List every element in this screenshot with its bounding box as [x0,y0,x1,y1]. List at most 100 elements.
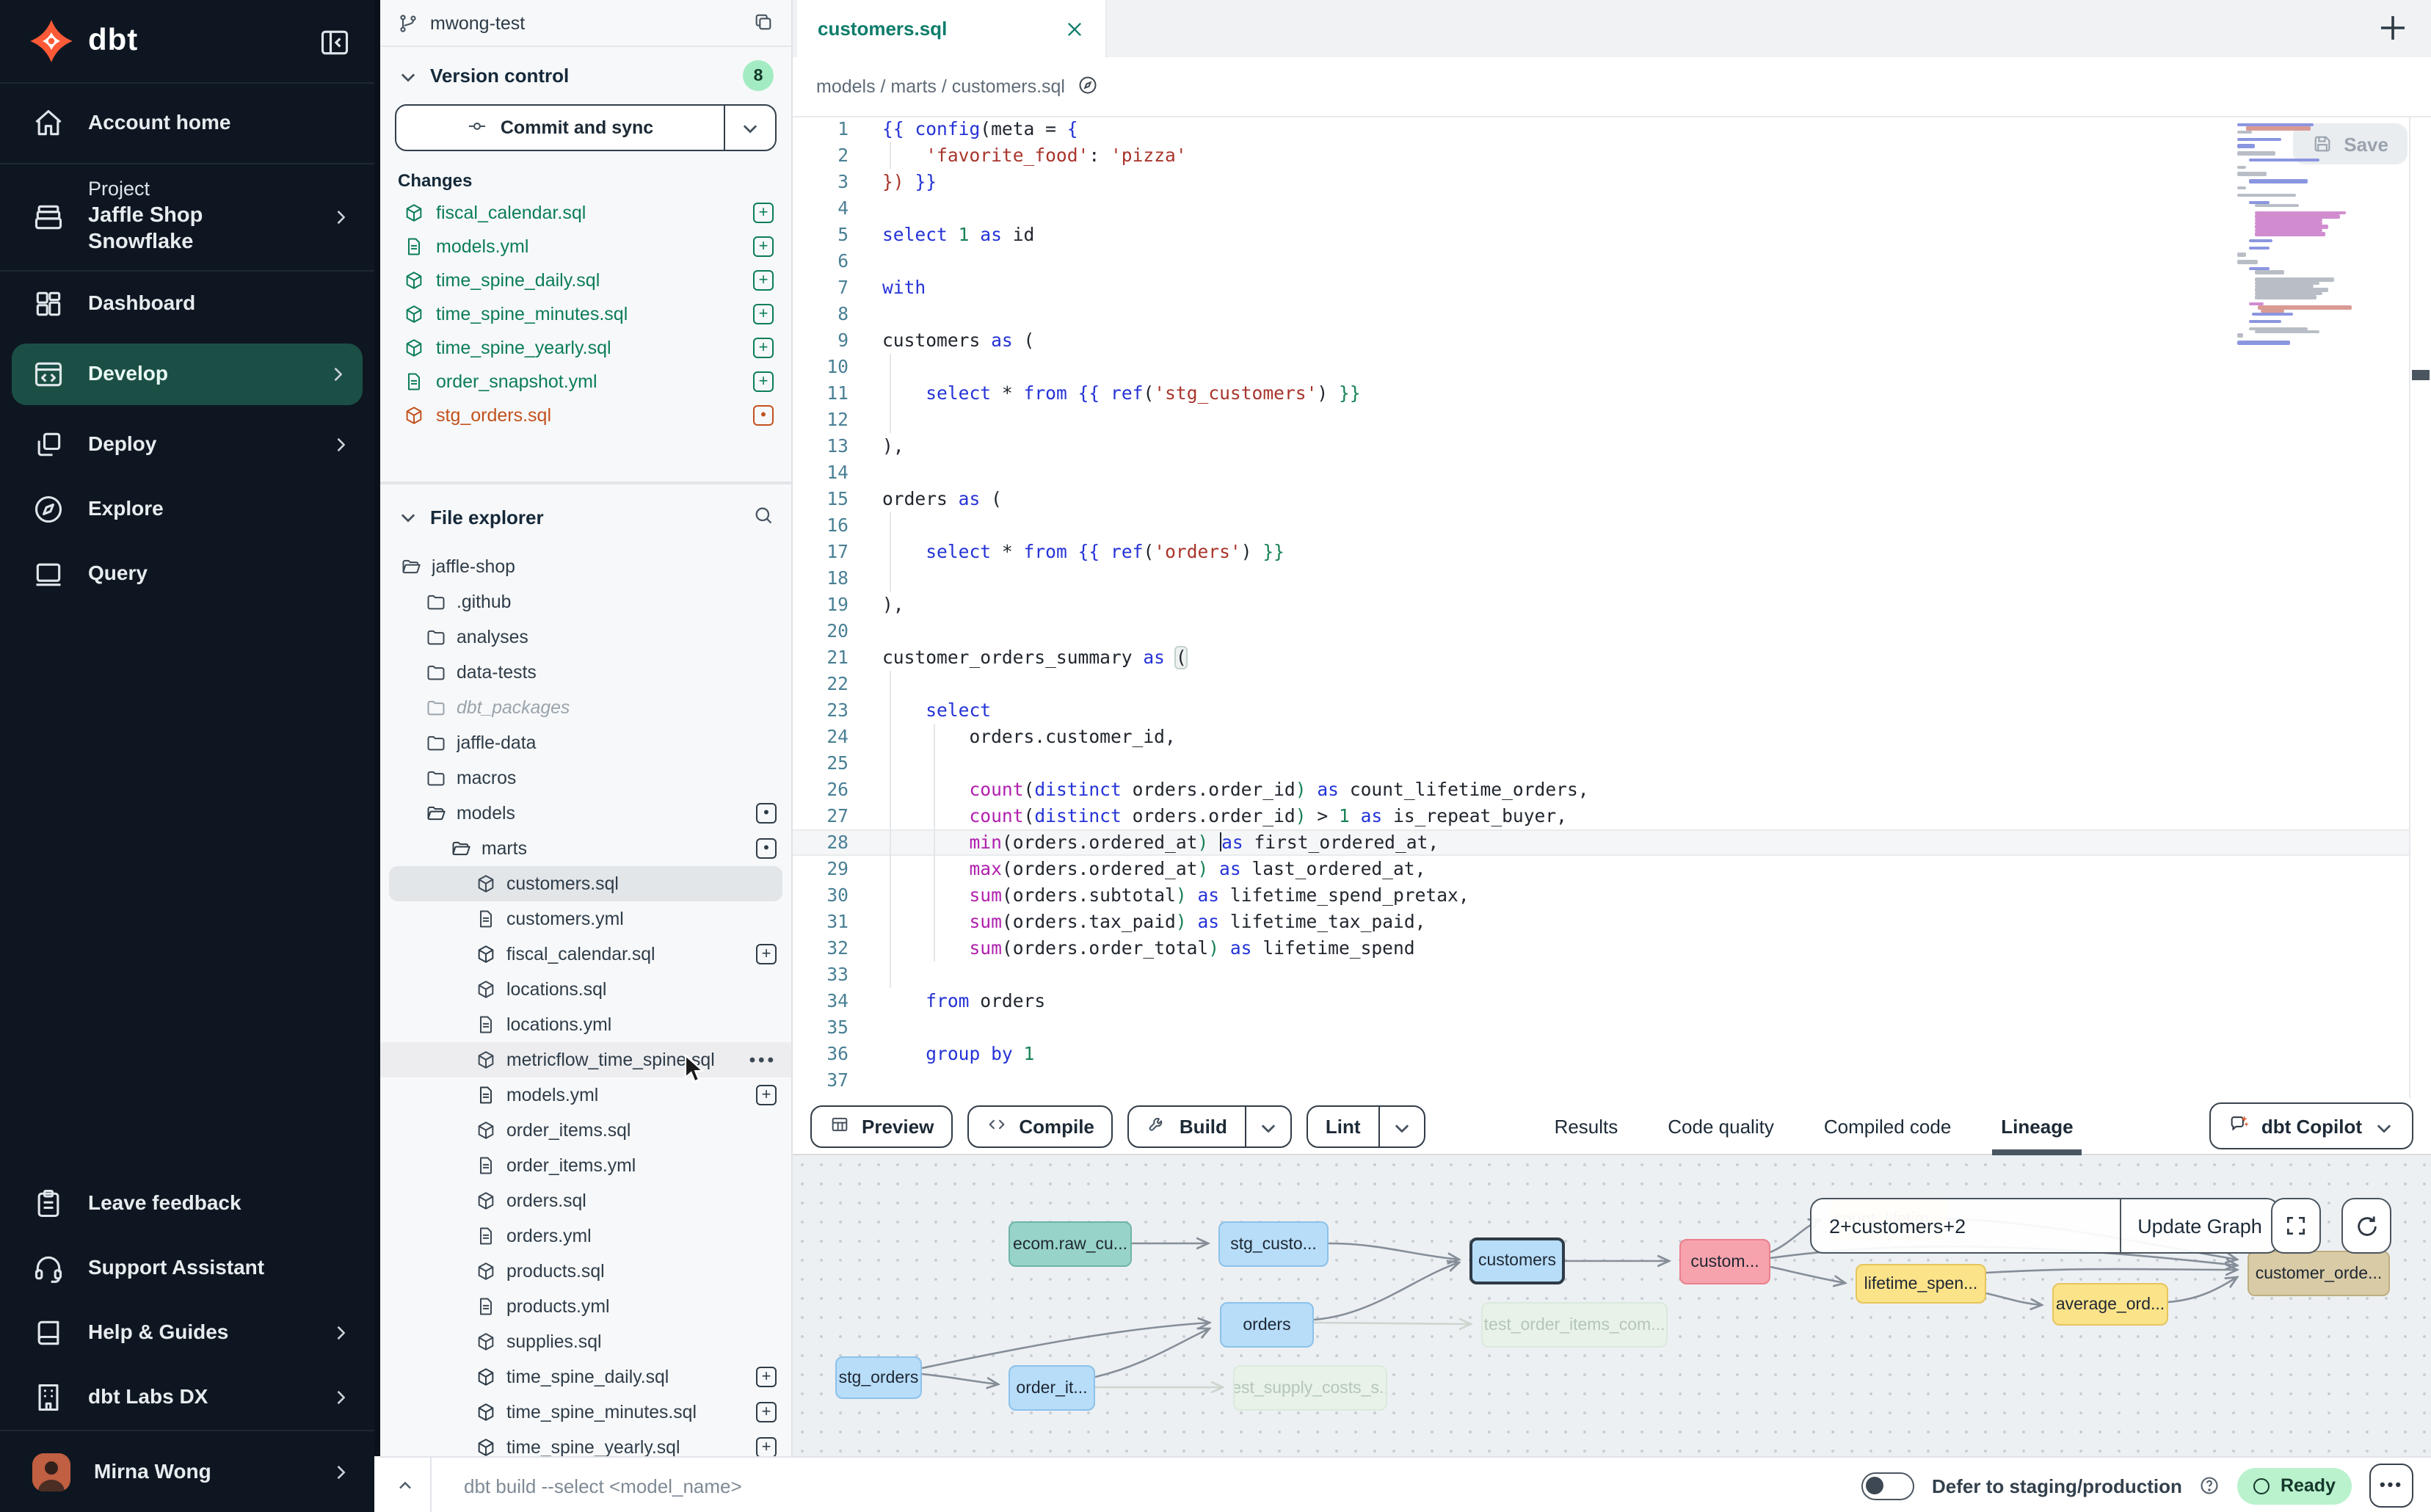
sidebar-item-develop[interactable]: Develop [12,344,363,405]
file-tree-item[interactable]: fiscal_calendar.sql+ [380,937,791,972]
stage-plus-icon[interactable]: + [753,337,774,357]
sidebar-item-help-guides[interactable]: Help & Guides [0,1301,374,1365]
file-tree-item[interactable]: marts• [380,831,791,866]
file-tree-item[interactable]: products.yml [380,1289,791,1324]
file-tree-item[interactable]: orders.yml [380,1218,791,1254]
sidebar-item-leave-feedback[interactable]: Leave feedback [0,1171,374,1236]
lineage-node-ecom-raw-cu[interactable]: ecom.raw_cu... [1009,1221,1132,1267]
lineage-search-input[interactable]: 2+customers+2 [1812,1199,2120,1252]
change-row[interactable]: models.yml+ [380,229,791,263]
tab-results[interactable]: Results [1555,1097,1618,1155]
command-input[interactable]: dbt build --select <model_name> [432,1475,1861,1497]
lineage-canvas[interactable]: ecom.raw_cu...stg_custo...customerscusto… [793,1155,2431,1456]
sidebar-item-explore[interactable]: Explore [0,477,374,542]
sidebar-item-support-assistant[interactable]: Support Assistant [0,1236,374,1301]
build-action[interactable]: Build [1130,1106,1245,1146]
change-row[interactable]: time_spine_yearly.sql+ [380,330,791,364]
tab-customers-sql[interactable]: customers.sql [797,0,1107,57]
stage-plus-icon[interactable]: + [753,269,774,290]
file-tree-item[interactable]: orders.sql [380,1183,791,1218]
close-icon[interactable] [1064,19,1085,38]
preview-action[interactable]: Preview [812,1106,951,1146]
lint-action[interactable]: Lint [1308,1106,1378,1146]
help-circle-icon[interactable] [2200,1475,2220,1497]
new-tab-button[interactable] [2375,10,2410,46]
file-tree-item[interactable]: dbt_packages [380,690,791,725]
tab-compiled-code[interactable]: Compiled code [1824,1097,1951,1155]
defer-toggle[interactable] [1861,1472,1914,1500]
file-tree-item[interactable]: data-tests [380,655,791,690]
stage-plus-icon[interactable]: + [756,1367,777,1387]
stage-plus-icon[interactable]: + [753,236,774,256]
file-tree-item[interactable]: order_items.sql [380,1113,791,1148]
change-row[interactable]: fiscal_calendar.sql+ [380,195,791,229]
version-control-header[interactable]: Version control 8 [380,47,791,97]
copy-icon[interactable] [753,11,774,34]
dbt-copilot-button[interactable]: dbt Copilot [2210,1102,2413,1149]
sidebar-item-dashboard[interactable]: Dashboard [0,272,374,336]
lineage-node-stg-orders[interactable]: stg_orders [835,1356,922,1399]
code-editor[interactable]: 1{{ config(meta = {2 'favorite_food': 'p… [793,116,2431,1098]
scrollbar-thumb[interactable] [2412,370,2430,380]
file-tree-item[interactable]: models.yml+ [380,1077,791,1113]
lineage-node-lifetime-spen[interactable]: lifetime_spen... [1856,1264,1986,1304]
change-row[interactable]: time_spine_daily.sql+ [380,263,791,297]
file-tree-item[interactable]: customers.yml [380,901,791,937]
lineage-node-customers[interactable]: customers [1469,1237,1565,1284]
change-row[interactable]: stg_orders.sql• [380,398,791,432]
lineage-node-order-it[interactable]: order_it... [1009,1365,1095,1411]
lineage-node-orders[interactable]: orders [1220,1302,1314,1348]
collapse-sidebar-icon[interactable] [319,26,351,56]
file-tree-item[interactable]: jaffle-data [380,725,791,760]
modified-dot-icon[interactable]: • [756,838,777,859]
file-tree-item[interactable]: macros [380,760,791,796]
file-tree-item[interactable]: models• [380,796,791,831]
more-options-button[interactable]: ••• [2369,1464,2413,1508]
file-tree-item[interactable]: time_spine_minutes.sql+ [380,1395,791,1430]
fullscreen-button[interactable] [2271,1198,2321,1254]
file-tree-item[interactable]: time_spine_daily.sql+ [380,1359,791,1395]
compile-action[interactable]: Compile [969,1106,1112,1146]
file-tree-item[interactable]: locations.yml [380,1007,791,1042]
lint-options[interactable] [1378,1106,1424,1146]
editor-minimap[interactable] [2237,123,2358,344]
stage-plus-icon[interactable]: + [756,1402,777,1422]
build-options[interactable] [1245,1106,1290,1146]
sidebar-item-project[interactable]: ProjectJaffle Shop Snowflake [0,164,374,272]
modified-dot-icon[interactable]: • [756,803,777,824]
commit-options-button[interactable] [724,106,775,150]
branch-row[interactable]: mwong-test [380,0,791,47]
file-tree-item[interactable]: products.sql [380,1254,791,1289]
file-tree-item[interactable]: customers.sql [389,866,782,901]
row-menu-icon[interactable]: ••• [749,1050,777,1070]
stage-plus-icon[interactable]: + [753,202,774,222]
stage-plus-icon[interactable]: + [753,303,774,324]
modified-dot-icon[interactable]: • [753,404,774,425]
sidebar-item-dbt-labs-dx[interactable]: dbt Labs DX [0,1365,374,1430]
refresh-button[interactable] [2341,1198,2391,1254]
file-tree-item[interactable]: jaffle-shop [380,549,791,584]
lineage-node-test-order-items-com[interactable]: test_order_items_com... [1481,1302,1668,1348]
file-tree-item[interactable]: time_spine_yearly.sql+ [380,1430,791,1456]
expand-command-bar-icon[interactable] [380,1475,430,1496]
stage-plus-icon[interactable]: + [756,1437,777,1456]
file-explorer-header[interactable]: File explorer [380,481,791,549]
sidebar-item-account-home[interactable]: Account home [0,84,374,164]
change-row[interactable]: order_snapshot.yml+ [380,364,791,398]
change-row[interactable]: time_spine_minutes.sql+ [380,297,791,330]
file-tree-item[interactable]: order_items.yml [380,1148,791,1183]
editor-scrollbar[interactable] [2409,116,2431,1098]
file-tree-item[interactable]: analyses [380,619,791,655]
file-tree-item[interactable]: .github [380,584,791,619]
lineage-node-average-ord[interactable]: average_ord... [2052,1283,2168,1326]
explore-compass-icon[interactable] [1077,75,1097,98]
stage-plus-icon[interactable]: + [753,371,774,391]
file-tree-item[interactable]: supplies.sql [380,1324,791,1359]
status-badge[interactable]: Ready [2238,1467,2352,1504]
lineage-node-test-supply-costs-s[interactable]: test_supply_costs_s... [1233,1365,1387,1411]
sidebar-item-query[interactable]: Query [0,542,374,606]
stage-plus-icon[interactable]: + [756,944,777,964]
sidebar-item-deploy[interactable]: Deploy [0,412,374,477]
search-icon[interactable] [753,505,774,528]
lineage-node-stg-custo[interactable]: stg_custo... [1218,1221,1329,1267]
